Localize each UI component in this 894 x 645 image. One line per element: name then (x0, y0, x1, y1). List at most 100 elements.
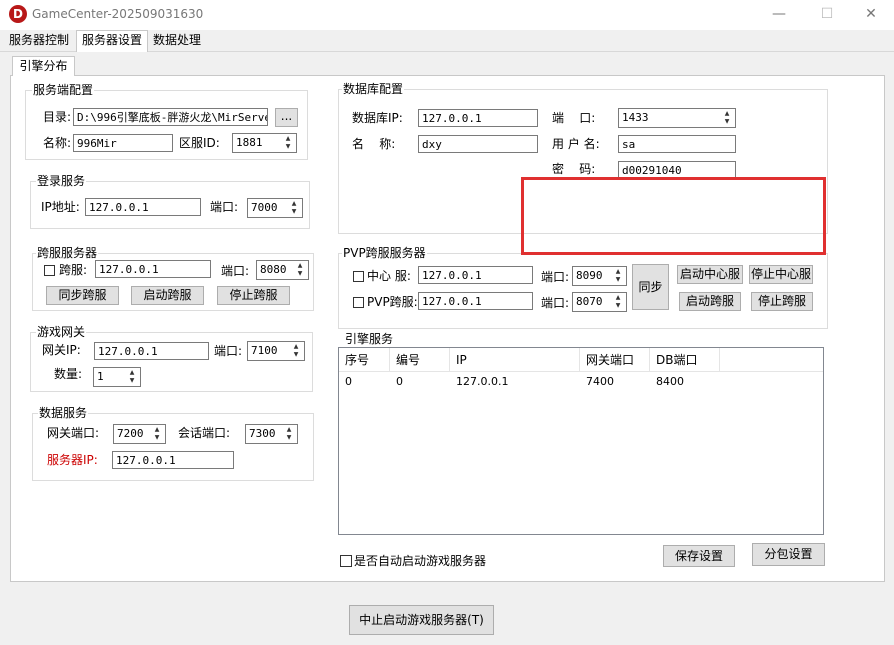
gate-ip-label: 网关IP: (42, 343, 81, 357)
pvp-port-stepper[interactable]: 8070 ▲ ▼ (572, 292, 627, 312)
column-header[interactable]: 网关端口 (580, 348, 650, 372)
column-header[interactable]: 编号 (390, 348, 450, 372)
cross-server-checkbox[interactable] (44, 265, 55, 276)
tab-data-processing[interactable]: 数据处理 (148, 31, 206, 50)
dir-input[interactable]: D:\996引擎底板-胖游火龙\MirServer (73, 108, 268, 126)
session-port-arrows[interactable]: ▲ ▼ (282, 426, 296, 442)
cross-server-port-label: 端口: (221, 264, 250, 278)
tab-server-control[interactable]: 服务器控制 (4, 31, 74, 50)
auto-start-checkbox[interactable] (340, 555, 352, 567)
table-cell[interactable]: 0 (339, 372, 352, 392)
up-arrow-icon[interactable]: ▲ (720, 110, 734, 118)
zone-id-value: 1881 (236, 136, 263, 149)
data-service-title: 数据服务 (38, 406, 89, 420)
zone-id-stepper[interactable]: 1881 ▲ ▼ (232, 133, 297, 153)
down-arrow-icon[interactable]: ▼ (720, 118, 734, 126)
tab-server-settings[interactable]: 服务器设置 (76, 30, 149, 52)
column-header[interactable]: IP (450, 348, 580, 372)
session-port-label: 会话端口: (178, 426, 231, 440)
down-arrow-icon[interactable]: ▼ (282, 434, 296, 442)
pvp-port-arrows[interactable]: ▲ ▼ (611, 294, 625, 310)
down-arrow-icon[interactable]: ▼ (611, 302, 625, 310)
table-cell[interactable]: 8400 (650, 372, 684, 392)
cross-server-title: 跨服服务器 (36, 246, 99, 260)
column-header[interactable]: 序号 (339, 348, 390, 372)
up-arrow-icon[interactable]: ▲ (287, 200, 301, 208)
gate-port-arrows[interactable]: ▲ ▼ (289, 343, 303, 359)
down-arrow-icon[interactable]: ▼ (289, 351, 303, 359)
gate-port-stepper[interactable]: 7100 ▲ ▼ (247, 341, 305, 361)
down-arrow-icon[interactable]: ▼ (293, 270, 307, 278)
login-port-stepper[interactable]: 7000 ▲ ▼ (247, 198, 303, 218)
game-gate-title: 游戏网关 (36, 325, 87, 339)
up-arrow-icon[interactable]: ▲ (281, 135, 295, 143)
minimize-button[interactable]: — (764, 4, 794, 24)
column-header[interactable]: DB端口 (650, 348, 720, 372)
table-cell[interactable]: 127.0.0.1 (450, 372, 508, 392)
table-cell[interactable]: 7400 (580, 372, 614, 392)
table-cell[interactable]: 0 (390, 372, 403, 392)
db-ip-input[interactable]: 127.0.0.1 (418, 109, 538, 127)
start-pvp-cross-button[interactable]: 启动跨服 (679, 292, 741, 311)
db-name-input[interactable]: dxy (418, 135, 538, 153)
save-settings-button[interactable]: 保存设置 (663, 545, 735, 567)
data-gate-port-stepper[interactable]: 7200 ▲ ▼ (113, 424, 166, 444)
down-arrow-icon[interactable]: ▼ (281, 143, 295, 151)
gate-port2-label: 网关端口: (47, 426, 100, 440)
db-user-label: 用 户 名: (552, 137, 600, 151)
pvp-sync-button[interactable]: 同步 (632, 264, 669, 310)
cross-server-port-arrows[interactable]: ▲ ▼ (293, 262, 307, 278)
up-arrow-icon[interactable]: ▲ (293, 262, 307, 270)
center-server-ip-input[interactable]: 127.0.0.1 (418, 266, 533, 284)
up-arrow-icon[interactable]: ▲ (150, 426, 164, 434)
tab-engine-distribution[interactable]: 引擎分布 (12, 56, 75, 76)
up-arrow-icon[interactable]: ▲ (611, 268, 625, 276)
stop-pvp-cross-button[interactable]: 停止跨服 (751, 292, 813, 311)
gate-count-stepper[interactable]: 1 ▲ ▼ (93, 367, 141, 387)
close-button[interactable]: ✕ (856, 4, 886, 24)
gate-count-label: 数量: (54, 367, 83, 381)
split-package-button[interactable]: 分包设置 (752, 543, 825, 566)
sync-cross-button[interactable]: 同步跨服 (46, 286, 119, 305)
gate-port-value: 7100 (251, 344, 278, 357)
server-ip-input[interactable]: 127.0.0.1 (112, 451, 234, 469)
maximize-button[interactable]: ☐ (812, 4, 842, 24)
down-arrow-icon[interactable]: ▼ (150, 434, 164, 442)
down-arrow-icon[interactable]: ▼ (611, 276, 625, 284)
pvp-cross-ip-input[interactable]: 127.0.0.1 (418, 292, 533, 310)
gate-count-arrows[interactable]: ▲ ▼ (125, 369, 139, 385)
down-arrow-icon[interactable]: ▼ (287, 208, 301, 216)
stop-game-server-button[interactable]: 中止启动游戏服务器(T) (349, 605, 494, 635)
app-logo-icon: D (9, 5, 27, 23)
login-ip-input[interactable]: 127.0.0.1 (85, 198, 201, 216)
stop-center-button[interactable]: 停止中心服 (749, 265, 813, 284)
zone-id-arrows[interactable]: ▲ ▼ (281, 135, 295, 151)
db-user-input[interactable]: sa (618, 135, 736, 153)
engine-service-list[interactable]: 序号 编号 IP 网关端口 DB端口 0 0 127.0.0.1 7400 84… (338, 347, 824, 535)
down-arrow-icon[interactable]: ▼ (125, 377, 139, 385)
login-port-label: 端口: (210, 200, 239, 214)
cross-server-port-stepper[interactable]: 8080 ▲ ▼ (256, 260, 309, 280)
pvp-cross-checkbox[interactable] (353, 297, 364, 308)
db-port-stepper[interactable]: 1433 ▲ ▼ (618, 108, 736, 128)
gate-ip-input[interactable]: 127.0.0.1 (94, 342, 209, 360)
up-arrow-icon[interactable]: ▲ (125, 369, 139, 377)
start-center-button[interactable]: 启动中心服 (677, 265, 743, 284)
center-port-arrows[interactable]: ▲ ▼ (611, 268, 625, 284)
stop-cross-button[interactable]: 停止跨服 (217, 286, 290, 305)
start-cross-button[interactable]: 启动跨服 (131, 286, 204, 305)
up-arrow-icon[interactable]: ▲ (611, 294, 625, 302)
up-arrow-icon[interactable]: ▲ (282, 426, 296, 434)
pvp-port-value: 8070 (576, 295, 603, 308)
up-arrow-icon[interactable]: ▲ (289, 343, 303, 351)
db-port-arrows[interactable]: ▲ ▼ (720, 110, 734, 126)
center-server-checkbox[interactable] (353, 271, 364, 282)
cross-server-ip-input[interactable]: 127.0.0.1 (95, 260, 211, 278)
gate-count-value: 1 (97, 370, 104, 383)
center-port-stepper[interactable]: 8090 ▲ ▼ (572, 266, 627, 286)
session-port-stepper[interactable]: 7300 ▲ ▼ (245, 424, 298, 444)
login-port-arrows[interactable]: ▲ ▼ (287, 200, 301, 216)
data-gate-port-arrows[interactable]: ▲ ▼ (150, 426, 164, 442)
browse-button[interactable]: ... (275, 108, 298, 127)
name-input[interactable]: 996Mir (73, 134, 173, 152)
